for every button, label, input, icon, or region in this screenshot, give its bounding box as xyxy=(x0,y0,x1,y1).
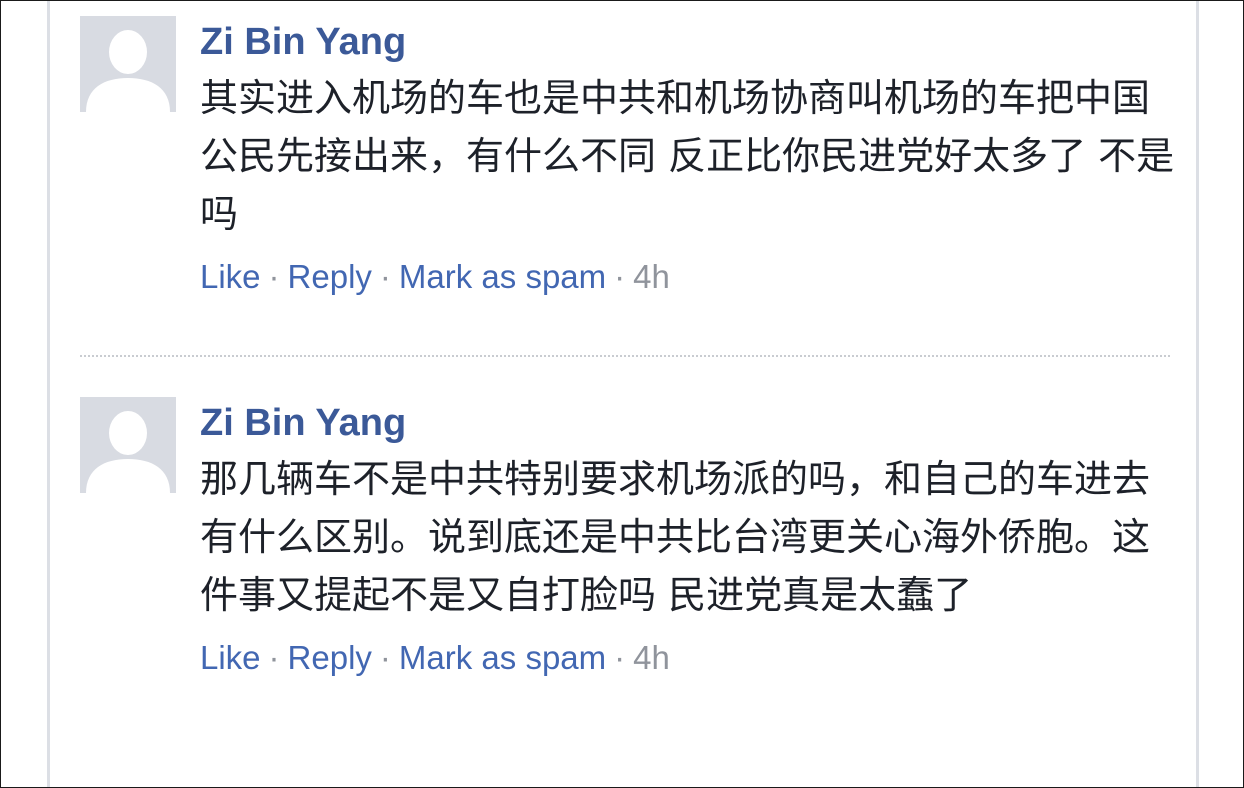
separator-dot: · xyxy=(614,258,626,295)
default-avatar-icon[interactable] xyxy=(80,16,176,112)
default-avatar-icon[interactable] xyxy=(80,397,176,493)
like-link[interactable]: Like xyxy=(200,639,261,676)
comment-text: 其实进入机场的车也是中共和机场协商叫机场的车把中国公民先接出来，有什么不同 反正… xyxy=(200,76,1175,236)
comment-body: Zi Bin Yang 其实进入机场的车也是中共和机场协商叫机场的车把中国公民先… xyxy=(200,16,1180,299)
separator-dot: · xyxy=(268,639,280,676)
comment-author-link[interactable]: Zi Bin Yang xyxy=(200,398,1180,448)
comment-text: 那几辆车不是中共特别要求机场派的吗，和自己的车进去有什么区别。说到底还是中共比台… xyxy=(200,457,1151,617)
comment-actions: Like · Reply · Mark as spam · 4h xyxy=(200,255,1180,299)
profile-silhouette-icon xyxy=(80,397,176,493)
comment-author-link[interactable]: Zi Bin Yang xyxy=(200,17,1180,67)
like-link[interactable]: Like xyxy=(200,258,261,295)
separator-dot: · xyxy=(379,639,391,676)
comment-actions: Like · Reply · Mark as spam · 4h xyxy=(200,636,1180,680)
mark-as-spam-link[interactable]: Mark as spam xyxy=(399,639,606,676)
separator-dot: · xyxy=(379,258,391,295)
comment-timestamp: 4h xyxy=(633,258,670,295)
reply-link[interactable]: Reply xyxy=(288,639,372,676)
profile-silhouette-icon xyxy=(80,16,176,112)
comment-divider xyxy=(80,355,1170,357)
comment-body: Zi Bin Yang 那几辆车不是中共特别要求机场派的吗，和自己的车进去有什么… xyxy=(200,397,1180,680)
reply-link[interactable]: Reply xyxy=(288,258,372,295)
screenshot-frame: Zi Bin Yang 其实进入机场的车也是中共和机场协商叫机场的车把中国公民先… xyxy=(0,0,1244,788)
separator-dot: · xyxy=(614,639,626,676)
comments-panel: Zi Bin Yang 其实进入机场的车也是中共和机场协商叫机场的车把中国公民先… xyxy=(47,1,1199,787)
comment-timestamp: 4h xyxy=(633,639,670,676)
mark-as-spam-link[interactable]: Mark as spam xyxy=(399,258,606,295)
separator-dot: · xyxy=(268,258,280,295)
